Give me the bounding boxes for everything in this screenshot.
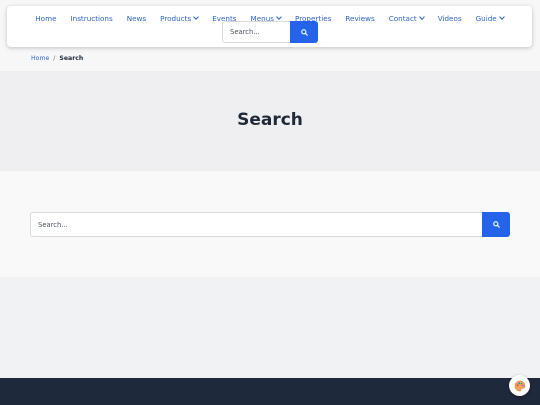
- breadcrumb-home-link[interactable]: Home: [31, 55, 49, 62]
- page-footer: [0, 378, 540, 405]
- main-search: [30, 212, 510, 237]
- chevron-down-icon: [276, 14, 282, 20]
- header-search: [222, 21, 318, 43]
- nav-item-label: Videos: [437, 13, 462, 23]
- nav-item-products[interactable]: Products: [153, 14, 205, 23]
- search-icon: [300, 28, 308, 36]
- nav-item-label: Products: [160, 13, 192, 23]
- nav-item-label: Guide: [475, 13, 497, 23]
- nav-item-label: Contact: [388, 13, 417, 23]
- breadcrumb: Home / Search: [31, 55, 83, 62]
- page-title: Search: [237, 110, 303, 130]
- header-search-button[interactable]: [290, 21, 318, 43]
- nav-item-guide[interactable]: Guide: [469, 14, 511, 23]
- main-search-button[interactable]: [482, 212, 510, 237]
- search-icon: [492, 221, 500, 228]
- chevron-down-icon: [193, 14, 200, 20]
- navigation-card: Home Instructions News Products Events M…: [7, 6, 532, 47]
- nav-item-home[interactable]: Home: [28, 14, 63, 23]
- nav-item-reviews[interactable]: Reviews: [338, 14, 381, 23]
- chevron-down-icon: [418, 14, 425, 20]
- breadcrumb-separator: /: [53, 55, 56, 62]
- nav-item-videos[interactable]: Videos: [431, 14, 469, 23]
- nav-item-instructions[interactable]: Instructions: [64, 14, 120, 23]
- header-search-input[interactable]: [222, 21, 290, 43]
- palette-icon: [514, 380, 525, 391]
- nav-item-contact[interactable]: Contact: [382, 14, 431, 23]
- breadcrumb-current: Search: [59, 55, 84, 62]
- main-search-input[interactable]: [30, 212, 482, 237]
- chevron-down-icon: [498, 14, 505, 20]
- nav-item-label: Reviews: [345, 13, 375, 23]
- nav-item-news[interactable]: News: [120, 14, 153, 23]
- nav-item-label: Home: [35, 13, 57, 23]
- nav-item-label: News: [126, 13, 147, 23]
- theme-palette-button[interactable]: [509, 375, 530, 396]
- nav-item-label: Instructions: [70, 13, 113, 23]
